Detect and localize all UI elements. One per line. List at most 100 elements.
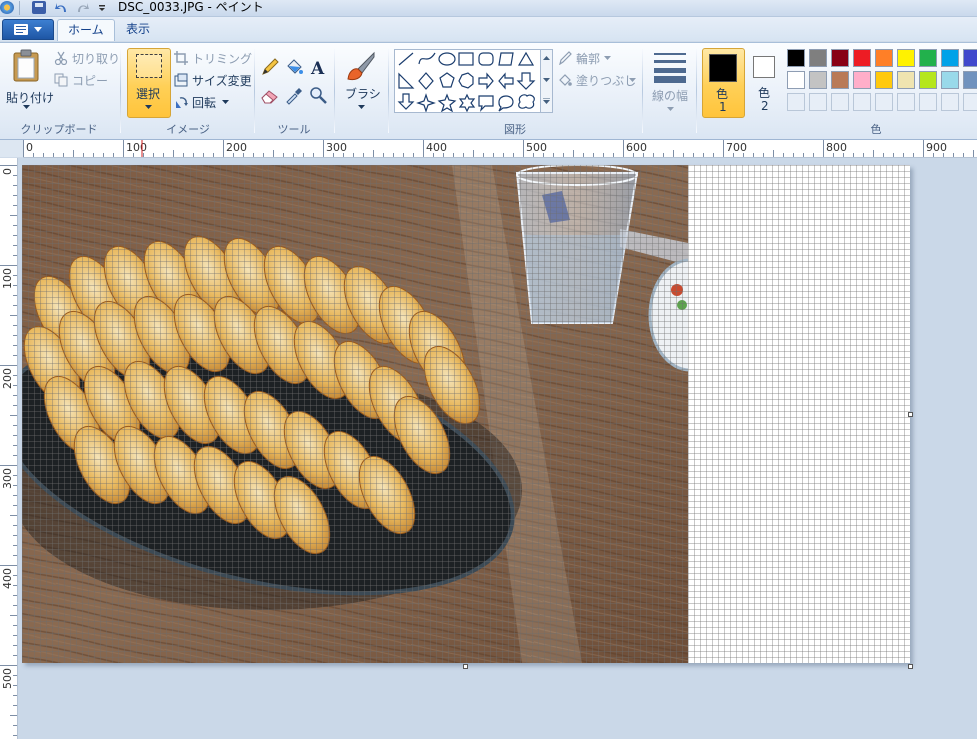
polygon-shape-icon xyxy=(498,52,514,66)
select-label: 選択 xyxy=(136,87,161,101)
pencil-button[interactable] xyxy=(260,57,280,77)
crop-button[interactable]: トリミング xyxy=(174,50,252,67)
shape-outline-button[interactable]: 輪郭 xyxy=(558,50,638,67)
canvas-resize-handle-corner[interactable] xyxy=(908,664,913,669)
line-medium-icon xyxy=(654,60,686,63)
crop-icon xyxy=(174,51,188,65)
palette-color-swatch[interactable] xyxy=(897,49,915,67)
left-arrow-shape-icon xyxy=(498,72,514,90)
palette-color-swatch[interactable] xyxy=(831,71,849,89)
curve-shape-icon xyxy=(418,52,436,65)
drawing-canvas[interactable] xyxy=(22,165,910,663)
cloud-callout-shape-icon xyxy=(518,94,535,109)
color2-swatch xyxy=(753,56,775,78)
shapes-gallery[interactable] xyxy=(394,49,544,113)
cut-button[interactable]: 切り取り xyxy=(54,50,120,67)
palette-color-swatch[interactable] xyxy=(919,49,937,67)
copy-button[interactable]: コピー xyxy=(54,72,116,89)
horizontal-ruler-ticks: 0 100 200 300 400 500 600 700 800 900 xyxy=(23,140,974,157)
brushes-button[interactable]: ブラシ xyxy=(338,49,384,117)
rotate-button[interactable]: 回転 xyxy=(174,94,250,111)
palette-color-swatch[interactable] xyxy=(875,49,893,67)
eraser-button[interactable] xyxy=(260,85,280,105)
palette-custom-slot[interactable] xyxy=(853,93,871,111)
window-title: DSC_0033.JPG - ペイント xyxy=(118,0,264,14)
rotate-label: 回転 xyxy=(192,96,217,110)
palette-color-swatch[interactable] xyxy=(941,49,959,67)
scroll-up-icon xyxy=(543,56,550,60)
tab-home[interactable]: ホーム xyxy=(57,19,115,41)
palette-custom-slot[interactable] xyxy=(809,93,827,111)
group-divider xyxy=(254,49,255,133)
tab-view[interactable]: 表示 xyxy=(116,19,160,40)
palette-color-swatch[interactable] xyxy=(897,71,915,89)
redo-icon[interactable] xyxy=(76,1,90,14)
undo-icon[interactable] xyxy=(54,1,68,14)
palette-color-swatch[interactable] xyxy=(875,71,893,89)
palette-custom-slot[interactable] xyxy=(787,93,805,111)
palette-color-swatch[interactable] xyxy=(963,49,977,67)
line-shape-icon xyxy=(398,52,414,66)
palette-color-swatch[interactable] xyxy=(831,49,849,67)
chevron-down-icon xyxy=(34,27,42,32)
canvas-resize-handle-bottom[interactable] xyxy=(463,664,468,669)
palette-custom-slot[interactable] xyxy=(897,93,915,111)
line-thin-icon xyxy=(654,53,686,55)
palette-color-swatch[interactable] xyxy=(919,71,937,89)
palette-color-swatch[interactable] xyxy=(809,49,827,67)
paint-app-icon[interactable] xyxy=(0,1,14,14)
fill-button[interactable] xyxy=(284,57,304,77)
group-divider xyxy=(642,49,643,133)
color2-button[interactable]: 色 2 xyxy=(746,48,784,116)
svg-text:A: A xyxy=(310,59,325,77)
resize-label: サイズ変更 xyxy=(192,74,252,88)
file-menu-button[interactable] xyxy=(2,19,54,40)
paste-button[interactable]: 貼り付け xyxy=(6,49,54,111)
group-divider xyxy=(696,49,697,133)
palette-color-swatch[interactable] xyxy=(853,49,871,67)
save-icon[interactable] xyxy=(32,1,46,14)
ruler-label: 100 xyxy=(1,268,14,289)
color1-button[interactable]: 色 1 xyxy=(702,48,745,118)
shape-fill-button[interactable]: 塗りつぶし xyxy=(558,72,638,89)
palette-custom-slot[interactable] xyxy=(831,93,849,111)
menu-document-icon xyxy=(14,24,28,35)
shapes-gallery-icons xyxy=(397,51,536,113)
fill-bucket-icon xyxy=(559,74,572,86)
line-thickest-icon xyxy=(654,76,686,83)
paste-label: 貼り付け xyxy=(6,91,55,105)
shapes-gallery-scroll[interactable] xyxy=(540,49,553,113)
shape-fill-label: 塗りつぶし xyxy=(576,74,637,88)
oval-shape-icon xyxy=(438,52,456,66)
text-button[interactable]: A xyxy=(308,57,328,79)
palette-color-swatch[interactable] xyxy=(787,71,805,89)
customize-toolbar-icon[interactable] xyxy=(96,1,110,14)
select-button[interactable]: 選択 xyxy=(127,48,171,118)
color-picker-button[interactable] xyxy=(284,85,304,105)
scissors-icon xyxy=(54,51,68,65)
ruler-label: 500 xyxy=(526,141,547,154)
line-size-label: 線の幅 xyxy=(652,89,689,103)
ruler-label: 900 xyxy=(926,141,947,154)
palette-color-swatch[interactable] xyxy=(853,71,871,89)
ruler-label: 300 xyxy=(1,468,14,489)
palette-color-swatch[interactable] xyxy=(809,71,827,89)
gallery-expand-icon xyxy=(543,98,550,104)
magnifier-button[interactable] xyxy=(308,85,328,105)
line-size-button[interactable]: 線の幅 xyxy=(648,49,692,117)
palette-custom-slot[interactable] xyxy=(875,93,893,111)
palette-color-swatch[interactable] xyxy=(787,49,805,67)
palette-custom-slot[interactable] xyxy=(941,93,959,111)
eraser-icon xyxy=(261,90,278,104)
right-arrow-shape-icon xyxy=(478,72,494,90)
resize-button[interactable]: サイズ変更 xyxy=(174,72,252,89)
group-label-image: イメージ xyxy=(166,123,210,136)
canvas-resize-handle-right[interactable] xyxy=(908,412,913,417)
palette-color-swatch[interactable] xyxy=(941,71,959,89)
ruler-label: 0 xyxy=(1,168,14,175)
right-triangle-shape-icon xyxy=(398,72,415,89)
palette-custom-slot[interactable] xyxy=(919,93,937,111)
shape-outline-label: 輪郭 xyxy=(576,52,601,66)
palette-custom-slot[interactable] xyxy=(963,93,977,111)
palette-color-swatch[interactable] xyxy=(963,71,977,89)
